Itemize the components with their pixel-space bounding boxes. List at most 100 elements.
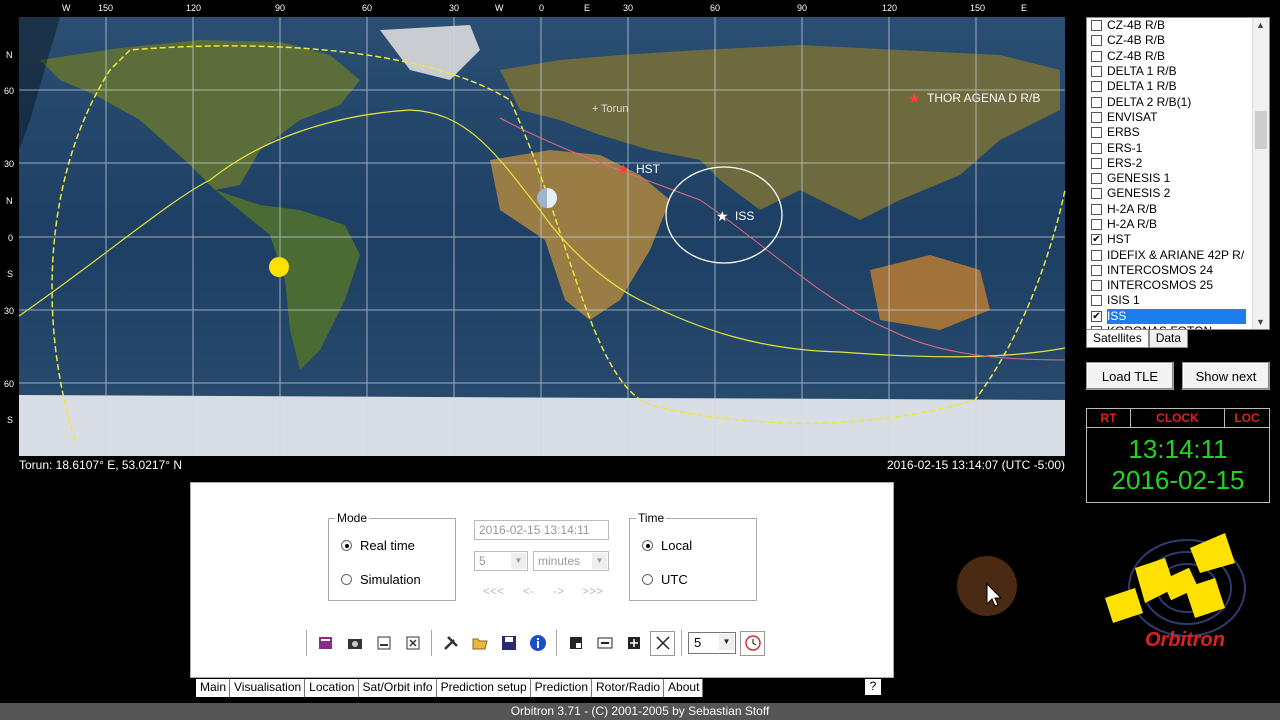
radio-on-icon[interactable] [341, 540, 352, 551]
chevron-down-icon[interactable]: ▼ [511, 553, 526, 569]
info-icon[interactable] [525, 631, 550, 656]
hst-marker-icon[interactable]: ★ [617, 161, 630, 177]
real-time-radio[interactable]: Real time [341, 538, 415, 553]
satellite-list[interactable]: CZ-4B R/B CZ-4B R/B CZ-4B R/B DELTA 1 R/B DE… [1086, 17, 1270, 330]
tab-satellites[interactable]: Satellites [1086, 330, 1149, 348]
book-icon[interactable] [313, 631, 338, 656]
checkbox-icon[interactable] [1091, 249, 1102, 261]
checkbox-icon[interactable] [1091, 295, 1102, 307]
hst-label[interactable]: HST [636, 162, 661, 176]
checkbox-icon[interactable] [1091, 280, 1102, 292]
list-scrollbar[interactable]: ▲ ▼ [1252, 18, 1269, 329]
load-tle-button[interactable]: Load TLE [1086, 362, 1174, 390]
checkbox-checked-icon[interactable]: ✔ [1091, 234, 1102, 246]
step-value-select[interactable]: 5 ▼ [474, 551, 528, 571]
satellite-list-item[interactable]: INTERCOSMOS 25 [1087, 278, 1269, 293]
camera-icon[interactable] [342, 631, 367, 656]
satellite-list-item[interactable]: ERS-1 [1087, 140, 1269, 155]
tools-icon[interactable] [438, 631, 463, 656]
satellite-list-item[interactable]: H-2A R/B [1087, 217, 1269, 232]
checkbox-icon[interactable] [1091, 35, 1102, 47]
local-radio[interactable]: Local [642, 538, 692, 553]
checkbox-icon[interactable] [1091, 188, 1102, 200]
tab-sat-orbit-info[interactable]: Sat/Orbit info [358, 679, 437, 697]
checkbox-icon[interactable] [1091, 219, 1102, 230]
close-icon[interactable] [400, 631, 425, 656]
scroll-up-icon[interactable]: ▲ [1256, 20, 1265, 30]
zoom-select[interactable]: 5 ▼ [688, 632, 736, 654]
tab-data[interactable]: Data [1148, 330, 1189, 348]
tab-main[interactable]: Main [196, 679, 231, 697]
thor-marker-icon[interactable]: ★ [908, 90, 921, 106]
tab-prediction-setup[interactable]: Prediction setup [436, 679, 531, 697]
checkbox-icon[interactable] [1091, 66, 1102, 78]
step-unit-select[interactable]: minutes ▼ [533, 551, 609, 571]
tab-about[interactable]: About [664, 679, 704, 697]
clock-icon[interactable] [740, 630, 765, 656]
thor-label[interactable]: THOR AGENA D R/B [927, 91, 1040, 105]
rt-toggle[interactable]: RT [1087, 409, 1131, 427]
satellite-list-item[interactable]: DELTA 2 R/B(1) [1087, 94, 1269, 109]
satellite-list-item[interactable]: GENESIS 2 [1087, 186, 1269, 201]
radio-off-icon[interactable] [341, 574, 352, 585]
satellite-list-item[interactable]: DELTA 1 R/B [1087, 64, 1269, 79]
checkbox-icon[interactable] [1091, 127, 1102, 139]
satellite-list-item[interactable]: ✔ ISS [1087, 308, 1269, 324]
iss-label[interactable]: ISS [735, 209, 754, 223]
satellite-list-item[interactable]: INTERCOSMOS 24 [1087, 263, 1269, 278]
window-icon[interactable] [563, 631, 588, 656]
chevron-down-icon[interactable]: ▼ [592, 553, 607, 569]
checkbox-icon[interactable] [1091, 142, 1102, 154]
satellite-list-item[interactable]: DELTA 1 R/B [1087, 79, 1269, 94]
minimize-icon[interactable] [371, 631, 396, 656]
loc-toggle[interactable]: LOC [1225, 409, 1269, 427]
world-map-canvas[interactable]: ★ HST ★ ISS ★ THOR AGENA D R/B + Torun W… [0, 0, 1072, 476]
checkbox-icon[interactable] [1091, 96, 1102, 108]
sim-datetime-field[interactable]: 2016-02-15 13:14:11 [474, 520, 609, 540]
checkbox-checked-icon[interactable]: ✔ [1091, 310, 1102, 322]
fullscreen-icon[interactable] [650, 630, 675, 656]
help-button[interactable]: ? [865, 679, 881, 695]
satellite-list-item[interactable]: GENESIS 1 [1087, 171, 1269, 186]
rewind-button[interactable]: <- [523, 584, 534, 598]
checkbox-icon[interactable] [1091, 20, 1102, 32]
rewind-fast-button[interactable]: <<< [483, 584, 504, 598]
satellite-list-item[interactable]: CZ-4B R/B [1087, 49, 1269, 64]
satellite-list-item[interactable]: CZ-4B R/B [1087, 18, 1269, 33]
scroll-down-icon[interactable]: ▼ [1256, 317, 1265, 327]
satellite-list-item[interactable]: ERBS [1087, 125, 1269, 140]
scroll-thumb[interactable] [1255, 111, 1267, 149]
checkbox-icon[interactable] [1091, 50, 1102, 62]
checkbox-icon[interactable] [1091, 157, 1102, 169]
tab-rotor-radio[interactable]: Rotor/Radio [592, 679, 665, 697]
satellite-list-item[interactable]: ISIS 1 [1087, 293, 1269, 308]
resize-horizontal-icon[interactable] [592, 631, 617, 656]
forward-button[interactable]: -> [553, 584, 564, 598]
folder-open-icon[interactable] [467, 631, 492, 656]
simulation-radio[interactable]: Simulation [341, 572, 421, 587]
satellite-list-item[interactable]: ENVISAT [1087, 110, 1269, 125]
radio-off-icon[interactable] [642, 574, 653, 585]
checkbox-icon[interactable] [1091, 264, 1102, 276]
satellite-list-item[interactable]: IDEFIX & ARIANE 42P R/ [1087, 247, 1269, 262]
satellite-list-item[interactable]: CZ-4B R/B [1087, 33, 1269, 48]
forward-fast-button[interactable]: >>> [582, 584, 603, 598]
world-map[interactable]: ★ HST ★ ISS ★ THOR AGENA D R/B + Torun W… [0, 0, 1072, 476]
utc-radio[interactable]: UTC [642, 572, 688, 587]
satellite-list-item[interactable]: ✔ HST [1087, 232, 1269, 247]
tab-location[interactable]: Location [305, 679, 359, 697]
satellite-list-item[interactable]: H-2A R/B [1087, 202, 1269, 217]
tab-visualisation[interactable]: Visualisation [230, 679, 306, 697]
show-next-button[interactable]: Show next [1182, 362, 1270, 390]
checkbox-icon[interactable] [1091, 173, 1102, 185]
move-icon[interactable] [621, 631, 646, 656]
iss-marker-icon[interactable]: ★ [716, 208, 729, 224]
tab-prediction[interactable]: Prediction [530, 679, 593, 697]
checkbox-icon[interactable] [1091, 111, 1102, 123]
chevron-down-icon[interactable]: ▼ [719, 634, 734, 650]
checkbox-icon[interactable] [1091, 81, 1102, 93]
satellite-list-item[interactable]: ERS-2 [1087, 156, 1269, 171]
checkbox-icon[interactable] [1091, 203, 1102, 215]
save-icon[interactable] [496, 631, 521, 656]
radio-on-icon[interactable] [642, 540, 653, 551]
